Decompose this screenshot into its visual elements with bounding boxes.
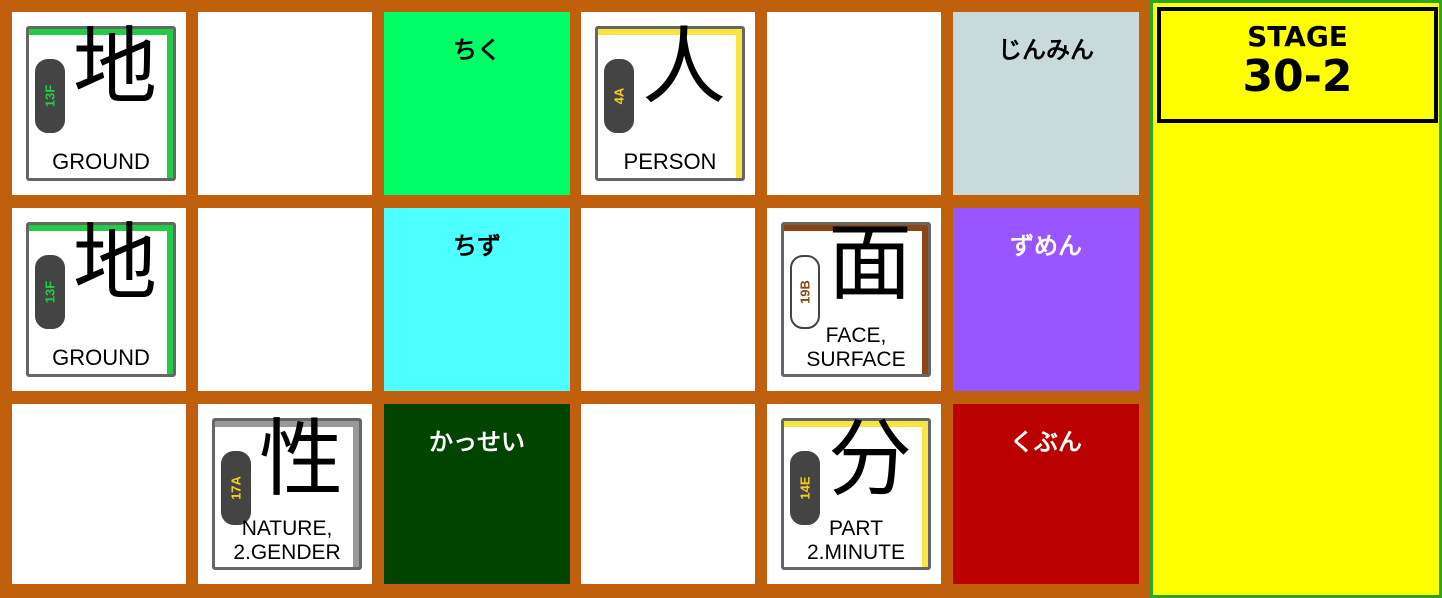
kanji-card[interactable]: 19B 面 FACE, SURFACE bbox=[781, 214, 931, 377]
kanji-meaning: GROUND bbox=[52, 148, 150, 174]
stage-panel: STAGE 30-2 bbox=[1150, 0, 1442, 598]
lesson-code-badge: 13F bbox=[35, 59, 65, 133]
reading-label: じんみん bbox=[998, 36, 1094, 64]
lesson-code: 4A bbox=[611, 87, 627, 105]
game-board: 13F 地 GROUND ちく 4A 人 PERSON じんみん 13F 地 GROUND ちず 19B… bbox=[0, 0, 1148, 598]
kanji-character: 性 bbox=[259, 410, 344, 508]
reading-label: くぶん bbox=[1010, 428, 1082, 456]
lesson-code: 13F bbox=[42, 84, 58, 108]
empty-cell[interactable] bbox=[767, 12, 941, 195]
reading-cell[interactable]: かっせい bbox=[384, 404, 570, 584]
kanji-card[interactable]: 14E 分 PART 2.MINUTE bbox=[781, 410, 931, 570]
lesson-code: 13F bbox=[42, 280, 58, 304]
kanji-meaning: GROUND bbox=[52, 344, 150, 370]
reading-cell[interactable]: ちず bbox=[384, 208, 570, 391]
reading-label: ちく bbox=[453, 36, 501, 64]
kanji-character: 人 bbox=[642, 18, 727, 116]
empty-cell[interactable] bbox=[581, 208, 755, 391]
kanji-cell[interactable]: 13F 地 GROUND bbox=[12, 12, 186, 195]
kanji-card[interactable]: 13F 地 GROUND bbox=[26, 214, 176, 377]
empty-cell[interactable] bbox=[198, 12, 372, 195]
stage-indicator: STAGE 30-2 bbox=[1157, 7, 1438, 123]
kanji-meaning: PART 2.MINUTE bbox=[806, 516, 905, 564]
reading-cell[interactable]: じんみん bbox=[953, 12, 1139, 195]
kanji-cell[interactable]: 4A 人 PERSON bbox=[581, 12, 755, 195]
lesson-code-badge: 14E bbox=[790, 451, 820, 525]
lesson-code-badge: 4A bbox=[604, 59, 634, 133]
kanji-meaning: PERSON bbox=[623, 148, 717, 174]
kanji-character: 面 bbox=[828, 214, 913, 312]
reading-cell[interactable]: ちく bbox=[384, 12, 570, 195]
lesson-code-badge: 17A bbox=[221, 451, 251, 525]
kanji-cell[interactable]: 13F 地 GROUND bbox=[12, 208, 186, 391]
kanji-card[interactable]: 4A 人 PERSON bbox=[595, 18, 745, 181]
kanji-card[interactable]: 13F 地 GROUND bbox=[26, 18, 176, 181]
kanji-cell[interactable]: 17A 性 NATURE, 2.GENDER bbox=[198, 404, 372, 584]
empty-cell[interactable] bbox=[198, 208, 372, 391]
empty-cell[interactable] bbox=[12, 404, 186, 584]
reading-label: かっせい bbox=[429, 428, 525, 456]
kanji-character: 分 bbox=[828, 410, 913, 508]
reading-label: ちず bbox=[453, 232, 501, 260]
kanji-character: 地 bbox=[73, 18, 158, 116]
stage-label: STAGE bbox=[1247, 20, 1348, 53]
lesson-code-badge: 13F bbox=[35, 255, 65, 329]
stage-number: 30-2 bbox=[1242, 51, 1353, 102]
empty-cell[interactable] bbox=[581, 404, 755, 584]
kanji-cell[interactable]: 14E 分 PART 2.MINUTE bbox=[767, 404, 941, 584]
kanji-meaning: NATURE, 2.GENDER bbox=[233, 516, 341, 564]
lesson-code: 17A bbox=[228, 476, 244, 500]
lesson-code: 14E bbox=[797, 476, 813, 500]
kanji-cell[interactable]: 19B 面 FACE, SURFACE bbox=[767, 208, 941, 391]
reading-label: ずめん bbox=[1010, 232, 1082, 260]
lesson-code-badge: 19B bbox=[790, 255, 820, 329]
lesson-code: 19B bbox=[797, 280, 813, 304]
kanji-card[interactable]: 17A 性 NATURE, 2.GENDER bbox=[212, 410, 362, 570]
kanji-character: 地 bbox=[73, 214, 158, 312]
reading-cell[interactable]: くぶん bbox=[953, 404, 1139, 584]
kanji-meaning: FACE, SURFACE bbox=[806, 323, 906, 371]
reading-cell[interactable]: ずめん bbox=[953, 208, 1139, 391]
